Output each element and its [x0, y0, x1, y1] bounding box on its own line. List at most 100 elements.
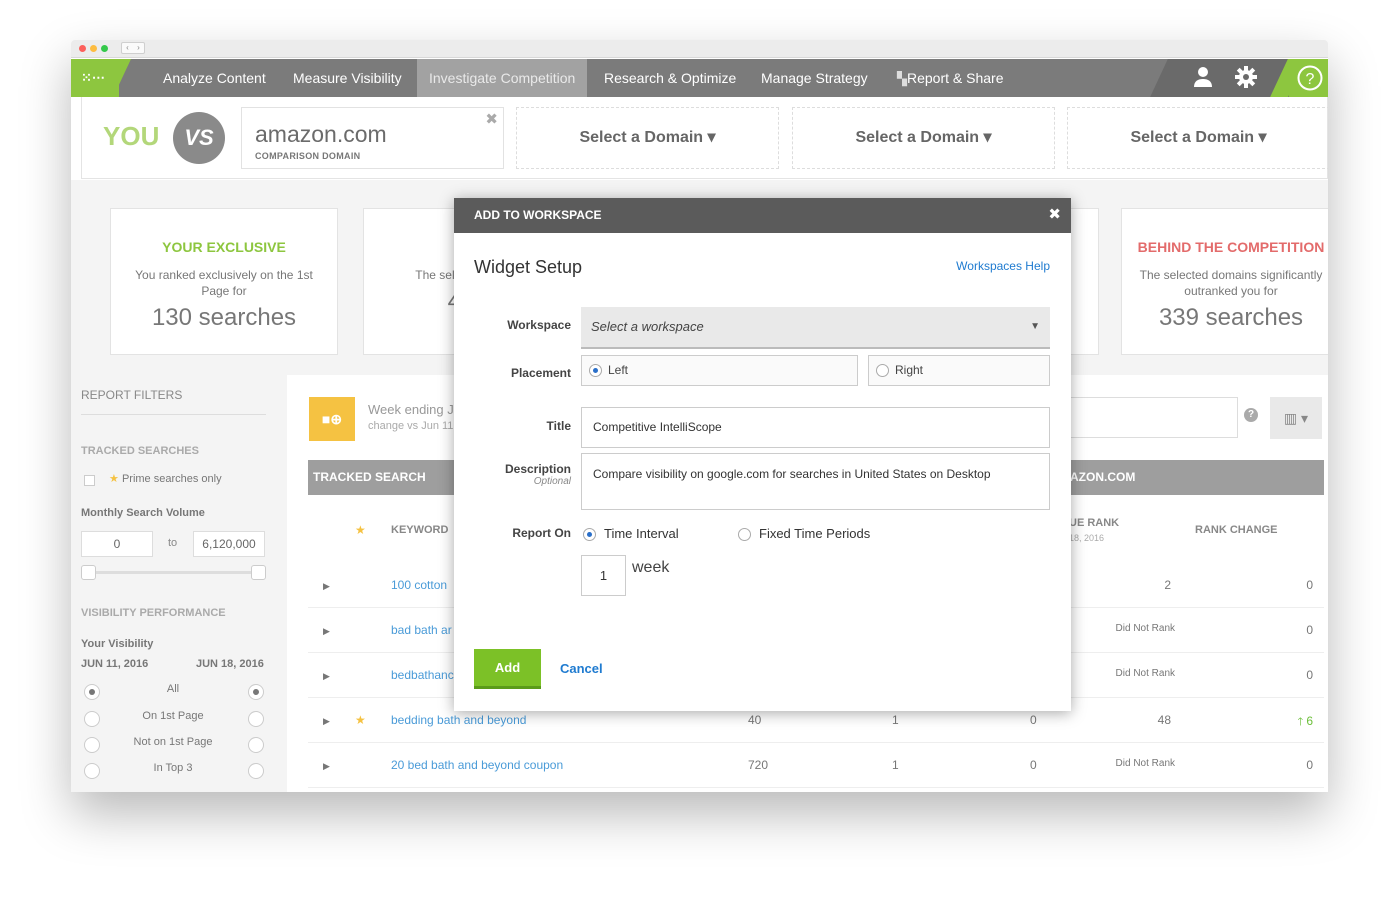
keyword-link[interactable]: 100 cotton	[391, 578, 447, 592]
vis-all-start-radio[interactable]	[84, 684, 100, 700]
workspace-select-value: Select a workspace	[591, 319, 704, 334]
close-window-icon[interactable]	[79, 45, 86, 52]
volume-slider-min-handle[interactable]	[81, 565, 96, 580]
comparison-domain-box[interactable]: amazon.com COMPARISON DOMAIN ✖	[241, 107, 504, 169]
placement-left-label: Left	[608, 363, 629, 377]
keyword-link[interactable]: bad bath ar	[391, 623, 452, 637]
rank-change-value: 0	[1306, 623, 1313, 637]
history-arrows[interactable]: ‹ ›	[121, 42, 145, 54]
keyword-link[interactable]: 20 bed bath and beyond coupon	[391, 758, 563, 772]
rank-change-column-header[interactable]: RANK CHANGE	[1195, 524, 1278, 536]
prime-checkbox[interactable]	[84, 475, 95, 486]
grid-icon: ▚	[897, 71, 907, 86]
expand-row-icon[interactable]: ▶	[323, 581, 330, 592]
time-interval-radio[interactable]	[583, 528, 596, 541]
logo-icon[interactable]: ⁙⋯	[71, 59, 119, 97]
up-arrow-icon: 🡑	[1297, 716, 1307, 728]
maximize-window-icon[interactable]	[101, 45, 108, 52]
card-behind-competition[interactable]: BEHIND THE COMPETITION The selected doma…	[1121, 208, 1328, 355]
title-input[interactable]: Competitive IntelliScope	[581, 407, 1050, 448]
cancel-button[interactable]: Cancel	[560, 661, 603, 676]
select-domain-dropdown-1[interactable]: Select a Domain ▾	[516, 107, 779, 169]
forward-icon[interactable]: ›	[133, 43, 144, 53]
monthly-volume-label: Monthly Search Volume	[81, 507, 205, 519]
keyword-link[interactable]: bedding bath and beyond	[391, 713, 526, 727]
expand-row-icon[interactable]: ▶	[323, 716, 330, 727]
nav-measure-visibility[interactable]: Measure Visibility	[293, 59, 402, 97]
star-icon[interactable]: ★	[355, 713, 366, 727]
star-column-icon[interactable]: ★	[355, 523, 366, 537]
nav-manage-strategy[interactable]: Manage Strategy	[761, 59, 868, 97]
volume-max-input[interactable]: 6,120,000	[193, 531, 265, 557]
vis-top3-end-radio[interactable]	[248, 763, 264, 779]
table-search-input[interactable]	[1056, 397, 1238, 438]
rank-change-value: 6	[1306, 714, 1313, 728]
gear-icon[interactable]	[1234, 65, 1258, 94]
description-optional-label: Optional	[533, 476, 571, 487]
question-icon[interactable]: ?	[1244, 408, 1258, 422]
report-filters-header: REPORT FILTERS	[81, 388, 183, 402]
remove-domain-icon[interactable]: ✖	[485, 110, 498, 128]
nav-investigate-competition[interactable]: Investigate Competition	[417, 59, 588, 97]
placement-right-radio[interactable]	[876, 364, 889, 377]
card-count: 339 searches	[1158, 304, 1304, 331]
amazon-header: AZON.COM	[1070, 470, 1136, 484]
keyword-link[interactable]: bedbathanc	[391, 668, 454, 682]
card-title: BEHIND THE COMPETITION	[1137, 239, 1325, 255]
rank-value: 48	[1157, 713, 1171, 727]
rank-change: 0	[1306, 578, 1313, 592]
select-domain-dropdown-3[interactable]: Select a Domain ▾	[1067, 107, 1328, 169]
divider	[81, 414, 266, 415]
workspace-select[interactable]: Select a workspace ▼	[581, 307, 1050, 349]
workspaces-help-link[interactable]: Workspaces Help	[956, 259, 1050, 273]
placement-left-option[interactable]: Left	[581, 355, 858, 386]
fixed-periods-radio[interactable]	[738, 528, 751, 541]
add-to-workspace-modal: ADD TO WORKSPACE ✖ Widget Setup Workspac…	[454, 198, 1071, 711]
nav-research-optimize[interactable]: Research & Optimize	[604, 59, 736, 97]
interval-input[interactable]: 1	[581, 555, 626, 596]
browser-titlebar: ‹ ›	[71, 40, 1328, 58]
week-change-label: change vs Jun 11	[368, 420, 454, 432]
vis-not-1st-end-radio[interactable]	[248, 737, 264, 753]
your-visibility-label: Your Visibility	[81, 638, 154, 650]
vis-1st-page-start-radio[interactable]	[84, 711, 100, 727]
vis-not-1st-start-radio[interactable]	[84, 737, 100, 753]
modal-close-icon[interactable]: ✖	[1048, 198, 1061, 231]
placement-right-option[interactable]: Right	[868, 355, 1050, 386]
volume-slider-max-handle[interactable]	[251, 565, 266, 580]
placement-left-radio[interactable]	[589, 364, 602, 377]
expand-row-icon[interactable]: ▶	[323, 626, 330, 637]
prime-label: ★ Prime searches only	[109, 473, 222, 485]
vis-top3-start-radio[interactable]	[84, 763, 100, 779]
domain-name: amazon.com	[255, 121, 387, 147]
back-icon[interactable]: ‹	[122, 43, 133, 53]
help-icon[interactable]: ?	[1297, 65, 1323, 96]
svg-text:?: ?	[1306, 71, 1315, 88]
expand-row-icon[interactable]: ▶	[323, 671, 330, 682]
rank-value: Did Not Rank	[1115, 623, 1175, 634]
rank-column-date: 18, 2016	[1069, 533, 1105, 543]
nav-analyze-content[interactable]: Analyze Content	[163, 59, 266, 97]
domain-comparison-bar: YOU VS amazon.com COMPARISON DOMAIN ✖ Se…	[81, 97, 1328, 179]
select-domain-dropdown-2[interactable]: Select a Domain ▾	[792, 107, 1055, 169]
table-row[interactable]: ▶ 20 bed bath and beyond coupon 720 1 0 Did N…	[308, 743, 1324, 788]
rank-value-a: 1	[892, 758, 899, 772]
vis-all-end-radio[interactable]	[248, 684, 264, 700]
expand-row-icon[interactable]: ▶	[323, 761, 330, 772]
interval-unit-label: week	[632, 559, 670, 576]
rank-column-header[interactable]: UE RANK	[1069, 517, 1119, 529]
add-button[interactable]: Add	[474, 649, 541, 689]
description-label: Description	[504, 462, 571, 476]
keyword-column-header[interactable]: KEYWORD	[391, 524, 448, 536]
minimize-window-icon[interactable]	[90, 45, 97, 52]
vis-1st-page-end-radio[interactable]	[248, 711, 264, 727]
volume-min-input[interactable]: 0	[81, 531, 153, 557]
volume-slider-track[interactable]	[89, 571, 259, 574]
user-icon[interactable]	[1193, 66, 1213, 93]
columns-icon[interactable]: ▥ ▾	[1270, 397, 1322, 439]
card-description: The selected domains significantly outra…	[1139, 268, 1323, 298]
card-your-exclusive[interactable]: YOUR EXCLUSIVE You ranked exclusively on…	[110, 208, 338, 355]
nav-report-share[interactable]: ▚Report & Share	[897, 59, 1004, 97]
description-input[interactable]: Compare visibility on google.com for sea…	[581, 453, 1050, 510]
rank-value: Did Not Rank	[1115, 668, 1175, 679]
